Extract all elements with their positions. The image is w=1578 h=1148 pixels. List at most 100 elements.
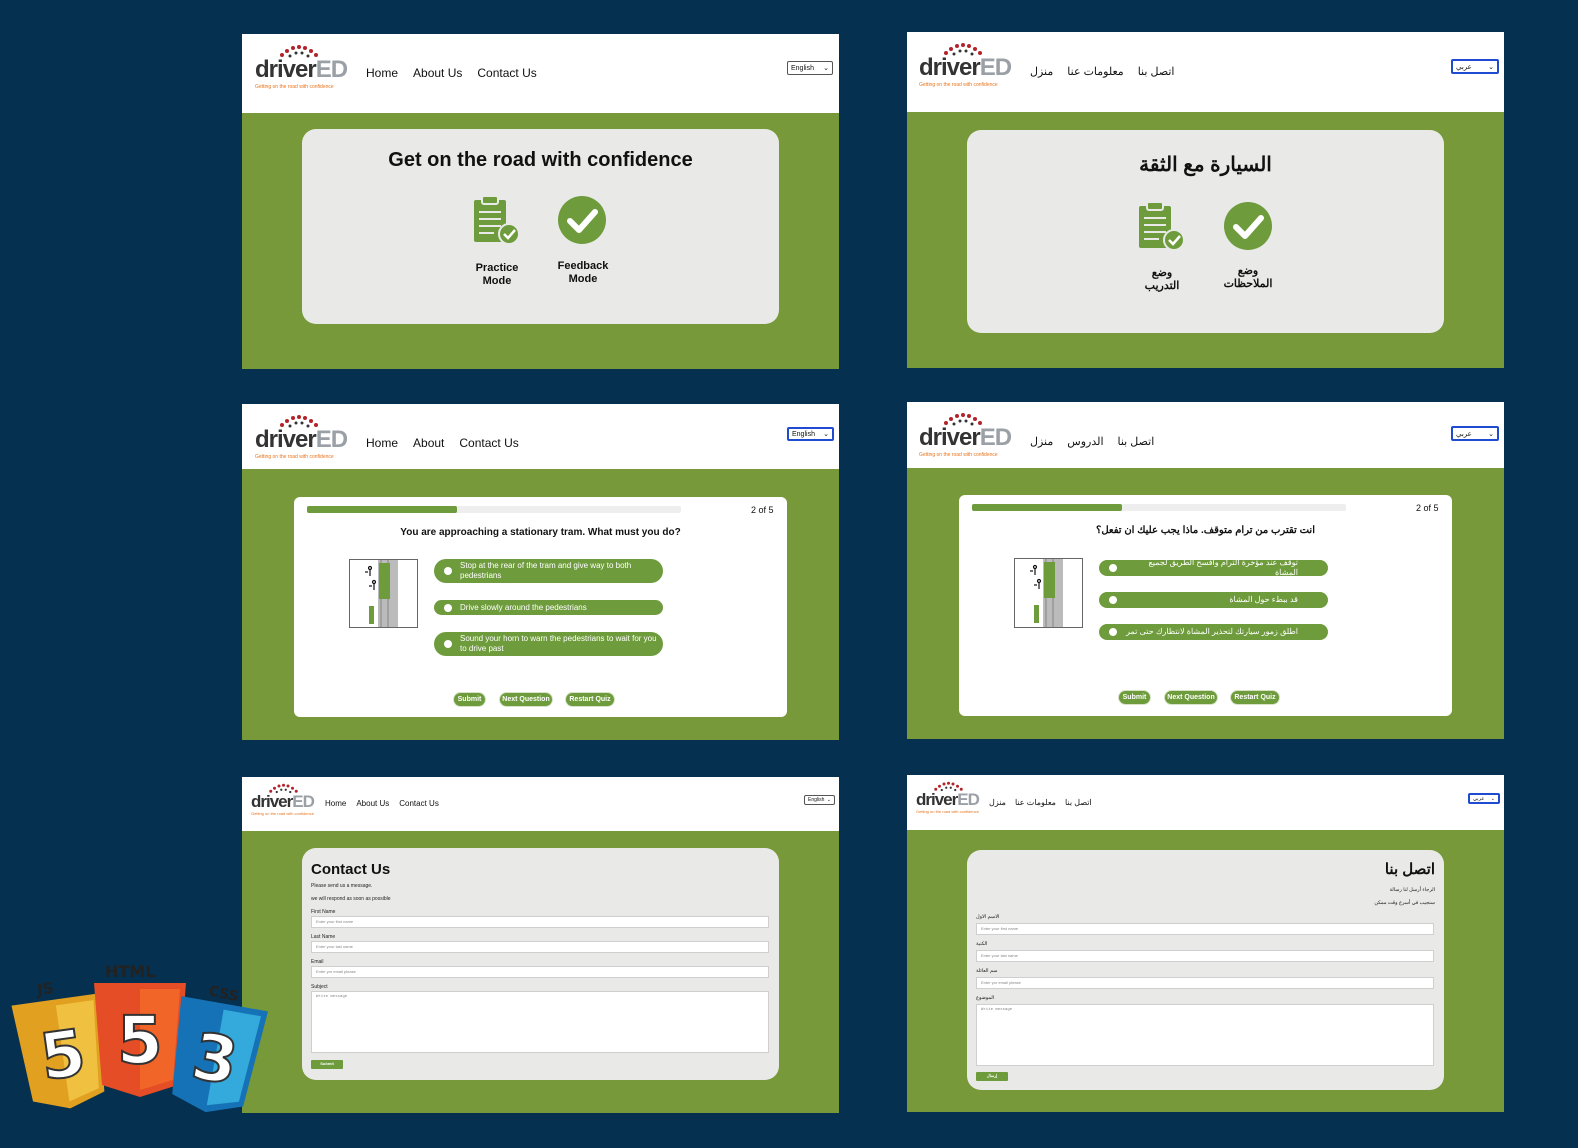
logo-tagline: Getting on the road with confidence: [255, 84, 334, 90]
logo-rays-icon: [934, 781, 963, 792]
language-select[interactable]: English ⌄: [787, 427, 834, 441]
submit-button[interactable]: Submit: [311, 1060, 343, 1069]
radio-button[interactable]: [444, 567, 452, 575]
nav-home[interactable]: Home: [366, 66, 398, 80]
logo[interactable]: driverED Getting on the road with confid…: [919, 42, 1012, 88]
language-select[interactable]: عربي ⌄: [1451, 59, 1499, 74]
feedback-mode-label[interactable]: وضع الملاحظات: [1217, 265, 1279, 291]
nav-home[interactable]: Home: [325, 799, 346, 808]
check-circle-icon[interactable]: [1223, 201, 1273, 251]
header: driverED Getting on the road with confid…: [242, 404, 839, 469]
chevron-down-icon: ⌄: [826, 797, 831, 803]
email-field[interactable]: Enter yor email please: [311, 966, 769, 978]
answer-option-1[interactable]: توقف عند مؤخرة الترام وافسح الطريق لجميع…: [1099, 558, 1328, 577]
last-name-field[interactable]: Enter your last name: [311, 941, 769, 953]
nav-about-us[interactable]: معلومات عنا: [1067, 65, 1123, 78]
hero-card: السيارة مع الثقة وضع التدريب وضع الملاحظات: [967, 130, 1444, 333]
nav-contact-us[interactable]: اتصل بنا: [1118, 435, 1155, 448]
screenshot-quiz-english: driverED Getting on the road with confid…: [242, 404, 839, 740]
first-name-field[interactable]: Enter your first name: [311, 916, 769, 928]
radio-button[interactable]: [1109, 628, 1117, 636]
radio-button[interactable]: [444, 603, 452, 612]
submit-button[interactable]: Submit: [454, 693, 485, 706]
submit-button[interactable]: إرسال: [976, 1072, 1008, 1081]
nav-home[interactable]: Home: [366, 436, 398, 450]
logo-rays-icon: [280, 45, 318, 58]
tech-badges-logo: 5 JS 5 HTML 3 CSS: [11, 962, 269, 1113]
logo[interactable]: driverED Getting on the road with confid…: [255, 44, 348, 90]
screenshot-contact-english: driverED Getting on the road with confid…: [242, 777, 839, 1113]
answer-option-2[interactable]: قد ببطء حول المشاة: [1099, 592, 1328, 608]
nav: Home About Us Contact Us: [366, 66, 537, 80]
clipboard-check-icon[interactable]: [472, 194, 522, 246]
logo-rays-icon: [280, 415, 318, 428]
answer-option-1[interactable]: Stop at the rear of the tram and give wa…: [434, 559, 663, 583]
practice-mode-label[interactable]: Practice Mode: [467, 262, 527, 288]
logo-tagline: Getting on the road with confidence: [251, 811, 314, 816]
nav-contact-us[interactable]: Contact Us: [459, 436, 518, 450]
hero-card: Get on the road with confidence Practice…: [302, 129, 779, 324]
contact-card: اتصل بنا الرجاء أرسل لنا رسالة سنجيب في …: [967, 850, 1444, 1090]
check-circle-icon[interactable]: [557, 195, 607, 245]
answer-option-3[interactable]: اطلق زمور سيارتك لتحذير المشاة لانتظارك …: [1099, 624, 1328, 640]
nav-about[interactable]: About: [413, 436, 444, 450]
logo[interactable]: driverED Getting on the road with confid…: [255, 414, 348, 460]
nav: منزل معلومات عنا اتصل بنا: [989, 798, 1092, 807]
subject-label: Subject: [311, 984, 328, 990]
message-textarea[interactable]: Write message: [311, 991, 769, 1053]
progress-bar: [972, 504, 1346, 511]
restart-quiz-button[interactable]: Restart Quiz: [1231, 691, 1279, 704]
language-select[interactable]: English ⌄: [787, 61, 833, 75]
nav-lessons[interactable]: الدروس: [1067, 435, 1103, 448]
screenshot-home-arabic: driverED Getting on the road with confid…: [907, 32, 1504, 368]
nav-contact-us[interactable]: Contact Us: [399, 799, 439, 808]
restart-quiz-button[interactable]: Restart Quiz: [566, 693, 614, 706]
chevron-down-icon: ⌄: [1488, 430, 1494, 438]
hero-title: Get on the road with confidence: [388, 149, 693, 171]
email-field[interactable]: Enter yor email please: [976, 977, 1434, 989]
nav-about-us[interactable]: About Us: [413, 66, 462, 80]
contact-title: Contact Us: [311, 861, 391, 878]
radio-button[interactable]: [1109, 564, 1117, 572]
nav-home[interactable]: منزل: [989, 798, 1006, 807]
radio-button[interactable]: [444, 640, 452, 648]
language-select[interactable]: عربي ⌄: [1468, 793, 1500, 804]
quiz-card: 2 of 5 انت تقترب من ترام متوقف. ماذا يجب…: [959, 495, 1452, 716]
chevron-down-icon: ⌄: [823, 65, 829, 72]
last-name-field[interactable]: Enter your last name: [976, 950, 1434, 962]
practice-mode-label[interactable]: وضع التدريب: [1132, 267, 1192, 293]
nav-about-us[interactable]: معلومات عنا: [1015, 798, 1056, 807]
logo-tagline: Getting on the road with confidence: [919, 452, 998, 458]
logo[interactable]: driverED Getting on the road with confid…: [919, 412, 1012, 458]
first-name-field[interactable]: Enter your first name: [976, 923, 1434, 935]
language-select[interactable]: English ⌄: [804, 795, 835, 805]
tram-illustration: [1014, 558, 1083, 628]
submit-button[interactable]: Submit: [1119, 691, 1150, 704]
logo-rays-icon: [944, 43, 982, 56]
intro-line-1: الرجاء أرسل لنا رسالة: [1389, 887, 1435, 893]
feedback-mode-label[interactable]: Feedback Mode: [552, 260, 614, 286]
nav-contact-us[interactable]: اتصل بنا: [1138, 65, 1175, 78]
answer-option-2[interactable]: Drive slowly around the pedestrians: [434, 600, 663, 615]
clipboard-check-icon[interactable]: [1137, 200, 1187, 252]
svg-text:HTML: HTML: [105, 962, 155, 981]
screenshot-quiz-arabic: driverED Getting on the road with confid…: [907, 402, 1504, 739]
next-question-button[interactable]: Next Question: [1165, 691, 1217, 704]
logo-tagline: Getting on the road with confidence: [919, 82, 998, 88]
nav-contact-us[interactable]: Contact Us: [477, 66, 536, 80]
message-textarea[interactable]: Write message: [976, 1004, 1434, 1066]
nav-home[interactable]: منزل: [1030, 435, 1053, 448]
answer-option-3[interactable]: Sound your horn to warn the pedestrians …: [434, 632, 663, 656]
radio-button[interactable]: [1109, 596, 1117, 604]
next-question-button[interactable]: Next Question: [500, 693, 552, 706]
nav-contact-us[interactable]: اتصل بنا: [1065, 798, 1092, 807]
nav-about-us[interactable]: About Us: [356, 799, 389, 808]
logo[interactable]: driverED Getting on the road with confid…: [916, 781, 980, 814]
quiz-card: 2 of 5 You are approaching a stationary …: [294, 497, 787, 717]
language-select[interactable]: عربي ⌄: [1451, 426, 1499, 441]
nav-home[interactable]: منزل: [1030, 65, 1053, 78]
html-badge-icon: 5: [94, 983, 186, 1097]
logo[interactable]: driverED Getting on the road with confid…: [251, 783, 315, 816]
question-counter: 2 of 5: [1416, 503, 1439, 513]
intro-line-1: Please send us a message.: [311, 883, 373, 889]
